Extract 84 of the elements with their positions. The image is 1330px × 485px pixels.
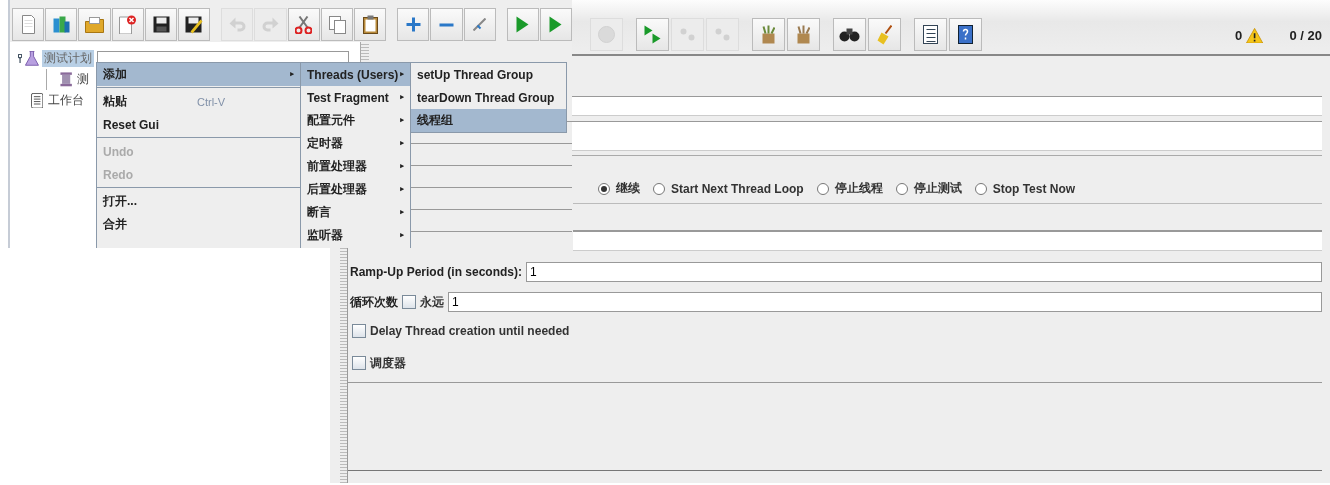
floppy-icon bbox=[152, 16, 170, 33]
play-icon bbox=[516, 16, 530, 33]
stop-icon bbox=[598, 26, 615, 43]
toolbar-button[interactable] bbox=[144, 8, 178, 41]
menu-item[interactable]: Threads (Users) bbox=[301, 63, 410, 86]
input-field[interactable]: 1 bbox=[526, 262, 1322, 282]
menu-item[interactable]: 前置处理器 bbox=[301, 155, 410, 178]
toolbar-button[interactable] bbox=[354, 8, 387, 41]
tree-item[interactable]: 工作台 bbox=[46, 92, 87, 109]
play-pair-icon bbox=[644, 25, 661, 44]
submenu-arrow-icon bbox=[399, 95, 404, 100]
input-field[interactable] bbox=[572, 96, 1322, 116]
submenu-arrow-icon bbox=[399, 187, 404, 192]
wand-icon bbox=[473, 18, 487, 31]
document-cross-icon bbox=[119, 14, 137, 35]
copy-icon bbox=[328, 15, 346, 34]
redo-icon bbox=[262, 17, 280, 32]
input-field[interactable] bbox=[572, 121, 1322, 151]
menu-item[interactable]: 合并 bbox=[97, 213, 300, 236]
shortcut-label: Ctrl-V bbox=[197, 95, 226, 108]
floppy-pencil-icon bbox=[185, 15, 204, 34]
dots-icon bbox=[680, 28, 695, 41]
plus-icon bbox=[405, 17, 421, 32]
menu-item[interactable]: 监听器 bbox=[301, 224, 410, 247]
radio-button[interactable]: 停止测试 bbox=[895, 180, 962, 197]
broom-icon bbox=[877, 24, 892, 45]
menu-item[interactable]: Reset Gui bbox=[97, 113, 300, 136]
folder-icon bbox=[85, 16, 105, 33]
spool-icon bbox=[60, 72, 73, 87]
checkbox[interactable]: 永远 bbox=[402, 293, 444, 311]
menu-item[interactable]: 添加 bbox=[97, 63, 300, 86]
radio-button[interactable]: 停止线程 bbox=[816, 180, 883, 197]
list-icon bbox=[923, 25, 938, 44]
submenu-arrow-icon bbox=[399, 210, 404, 215]
document-icon bbox=[21, 15, 35, 34]
dots-icon bbox=[715, 28, 730, 41]
submenu-arrow-icon bbox=[399, 72, 404, 77]
radio-button[interactable]: Stop Test Now bbox=[974, 181, 1076, 196]
input-field[interactable]: 1 bbox=[448, 292, 1322, 312]
menu-item[interactable]: 定时器 bbox=[301, 132, 410, 155]
menu-item[interactable]: 线程组 bbox=[411, 109, 566, 132]
brush-cup-icon bbox=[762, 25, 775, 44]
toolbar-button[interactable] bbox=[914, 18, 947, 51]
menu-item[interactable]: 配置元件 bbox=[301, 109, 410, 132]
clipboard-list-icon bbox=[31, 92, 44, 109]
toolbar-button[interactable] bbox=[833, 18, 866, 51]
undo-icon bbox=[228, 17, 246, 32]
tree-item[interactable]: 测试计划 bbox=[42, 50, 94, 67]
warning-icon bbox=[1246, 27, 1264, 43]
error-count: 0 bbox=[1235, 27, 1243, 43]
radio-button[interactable]: Start Next Thread Loop bbox=[653, 181, 804, 196]
input-field[interactable] bbox=[573, 231, 1322, 251]
radio-button[interactable]: 继续 bbox=[598, 180, 640, 197]
help-book-icon bbox=[958, 25, 973, 44]
thread-count: 0 / 20 bbox=[1289, 27, 1322, 43]
play-icon bbox=[549, 16, 563, 33]
toolbar-button[interactable] bbox=[178, 8, 211, 41]
submenu-arrow-icon bbox=[289, 72, 294, 77]
field-label: Ramp-Up Period (in seconds): bbox=[350, 265, 522, 279]
books-icon bbox=[52, 16, 70, 33]
binoculars-icon bbox=[839, 27, 860, 42]
menu-item[interactable]: 断言 bbox=[301, 201, 410, 224]
brush-cup-icon bbox=[797, 25, 810, 44]
submenu-arrow-icon bbox=[399, 164, 404, 169]
scissors-icon bbox=[295, 15, 313, 34]
flask-icon bbox=[25, 51, 39, 66]
submenu-arrow-icon bbox=[399, 141, 404, 146]
toolbar-button[interactable] bbox=[949, 18, 982, 51]
menu-item[interactable]: 打开... bbox=[97, 190, 300, 213]
menu-item[interactable]: setUp Thread Group bbox=[411, 63, 566, 86]
clipboard-icon bbox=[362, 15, 378, 34]
tree-item[interactable]: 测 bbox=[75, 71, 92, 88]
menu-item[interactable]: 后置处理器 bbox=[301, 178, 410, 201]
checkbox[interactable]: 调度器 bbox=[352, 354, 406, 372]
field-label: 循环次数 bbox=[350, 293, 398, 311]
splitter-handle[interactable] bbox=[340, 246, 348, 483]
menu-item[interactable]: tearDown Thread Group bbox=[411, 86, 566, 109]
submenu-arrow-icon bbox=[399, 118, 404, 123]
checkbox[interactable]: Delay Thread creation until needed bbox=[352, 324, 570, 338]
menu-item[interactable]: Test Fragment bbox=[301, 86, 410, 109]
submenu-arrow-icon bbox=[399, 233, 404, 238]
minus-icon bbox=[439, 22, 454, 27]
expanded-handle-icon[interactable] bbox=[18, 53, 23, 64]
menu-item[interactable]: 粘贴 Ctrl-V bbox=[97, 90, 300, 113]
